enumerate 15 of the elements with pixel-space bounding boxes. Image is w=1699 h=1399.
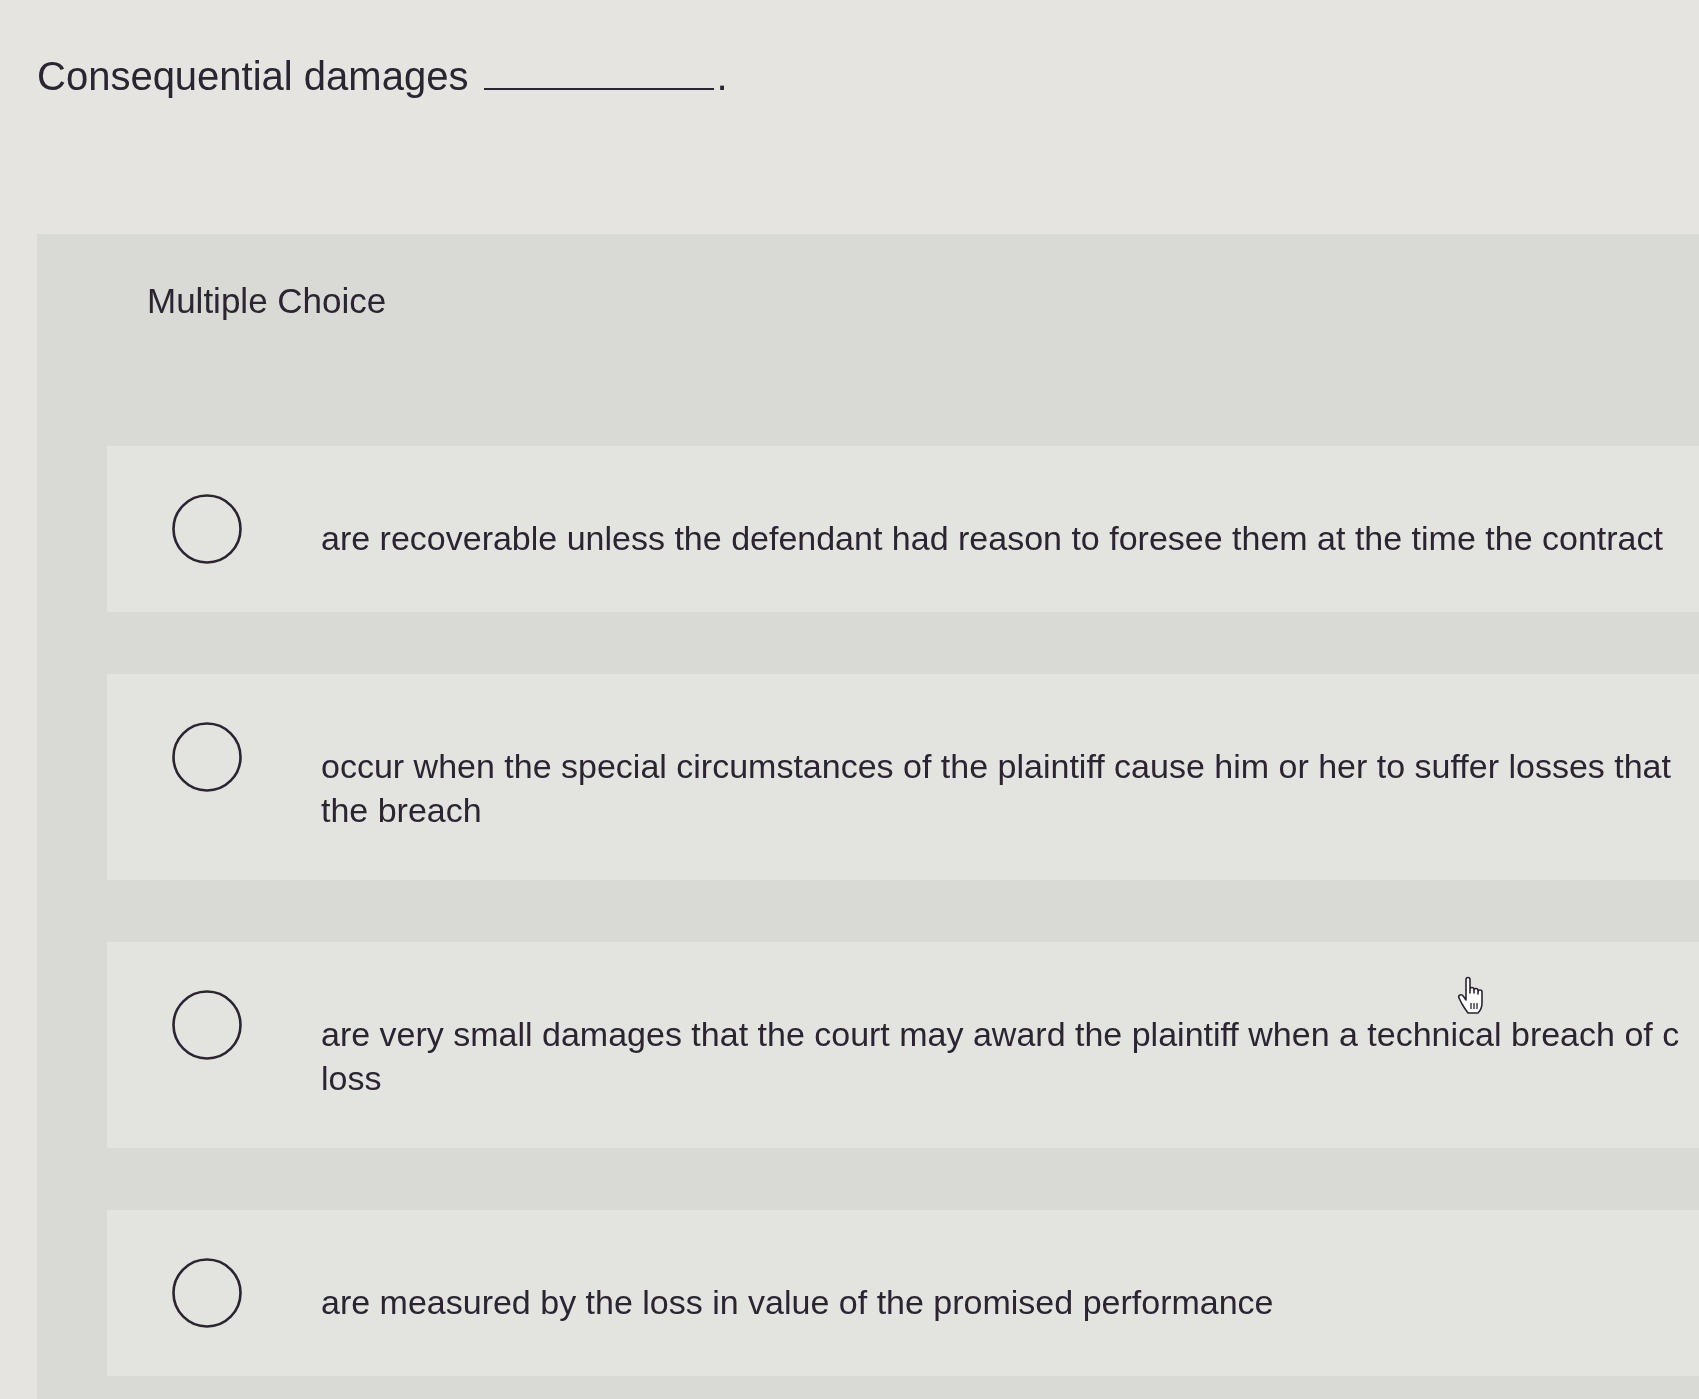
answer-text: occur when the special circumstances of the plaintiff cause him or her to suffer losses that the breach bbox=[321, 746, 1671, 831]
answer-text: are very small damages that the court may award the plaintiff when a technical breach of c loss bbox=[321, 1014, 1680, 1099]
radio-button[interactable] bbox=[172, 494, 242, 564]
question-period: . bbox=[716, 53, 728, 100]
radio-button[interactable] bbox=[172, 722, 242, 792]
radio-button[interactable] bbox=[172, 990, 242, 1060]
question-text: Consequential damages bbox=[37, 53, 469, 100]
question-type-label: Multiple Choice bbox=[147, 281, 387, 321]
answer-option[interactable]: are recoverable unless the defendant had reason to foresee them at the time the contract bbox=[107, 446, 1699, 612]
answer-text: are measured by the loss in value of the promised performance bbox=[321, 1282, 1274, 1323]
answer-option[interactable]: are very small damages that the court may award the plaintiff when a technical breach of c loss bbox=[107, 942, 1699, 1148]
radio-button[interactable] bbox=[172, 1258, 242, 1328]
answer-option[interactable]: are measured by the loss in value of the promised performance bbox=[107, 1210, 1699, 1376]
answer-option[interactable]: occur when the special circumstances of the plaintiff cause him or her to suffer losses that the breach bbox=[107, 674, 1699, 880]
answer-text: are recoverable unless the defendant had reason to foresee them at the time the contract bbox=[321, 518, 1663, 559]
